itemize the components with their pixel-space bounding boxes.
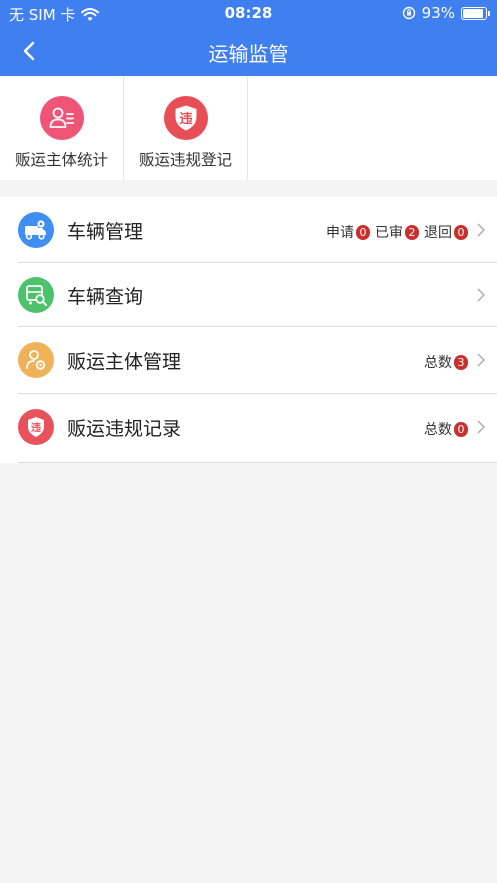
violation-glyph: 违 [31,421,41,434]
chevron-right-icon [477,223,485,237]
quick-action-label: 贩运违规登记 [138,151,232,169]
vehicle-search-icon [18,277,54,313]
menu-item-vehicle-query[interactable]: 车辆查询 [18,263,497,327]
quick-action-subject-stats[interactable]: 贩运主体统计 [0,76,124,180]
rotation-lock-icon [402,6,415,20]
subject-stats: 总数 3 [424,352,473,372]
menu-item-label: 车辆查询 [67,286,144,308]
vehicle-stats: 申请 0 已审 2 退回 0 [326,222,473,242]
menu-item-subject-management[interactable]: 贩运主体管理 总数 3 [18,327,497,394]
stat-label-apply: 申请 [326,225,354,241]
app-header: 无 SIM 卡 08:28 93% 运输监管 [0,0,497,76]
menu-list: 车辆管理 申请 0 已审 2 退回 0 车辆查询 贩运主体管理 总数 3 违 贩… [0,197,497,463]
stat-label-total: 总数 [424,422,452,438]
count-badge-returned: 0 [454,224,468,240]
quick-action-label: 贩运主体统计 [14,151,108,169]
menu-item-label: 车辆管理 [67,221,144,243]
violation-shield-icon: 违 [163,96,208,140]
person-gear-icon [18,342,54,378]
chevron-right-icon [477,353,485,367]
truck-gear-icon [18,212,54,248]
violation-record-icon: 违 [18,409,54,445]
battery-icon [461,6,490,20]
count-badge-apply: 0 [356,224,370,240]
stat-label-approved: 已审 [375,225,403,241]
count-badge-total: 0 [454,421,468,437]
menu-item-vehicle-management[interactable]: 车辆管理 申请 0 已审 2 退回 0 [18,197,497,263]
menu-item-label: 贩运主体管理 [67,351,182,373]
status-right: 93% [402,4,490,22]
chevron-right-icon [477,420,485,434]
count-badge-total: 3 [454,354,468,370]
page-title: 运输监管 [208,42,289,66]
menu-item-label: 贩运违规记录 [67,418,182,440]
battery-percent: 93% [421,4,455,22]
user-list-icon [39,96,84,140]
stat-label-total: 总数 [424,355,452,371]
quick-actions: 贩运主体统计 违 贩运违规登记 [0,76,497,180]
violation-stats: 总数 0 [424,419,473,439]
nav-bar: 运输监管 [0,26,497,76]
violation-glyph: 违 [179,111,192,127]
count-badge-approved: 2 [405,224,419,240]
menu-item-violation-records[interactable]: 违 贩运违规记录 总数 0 [18,394,497,463]
status-bar: 无 SIM 卡 08:28 93% [0,0,497,26]
chevron-right-icon [477,288,485,302]
quick-action-violation-register[interactable]: 违 贩运违规登记 [124,76,248,180]
stat-label-returned: 退回 [424,225,452,241]
